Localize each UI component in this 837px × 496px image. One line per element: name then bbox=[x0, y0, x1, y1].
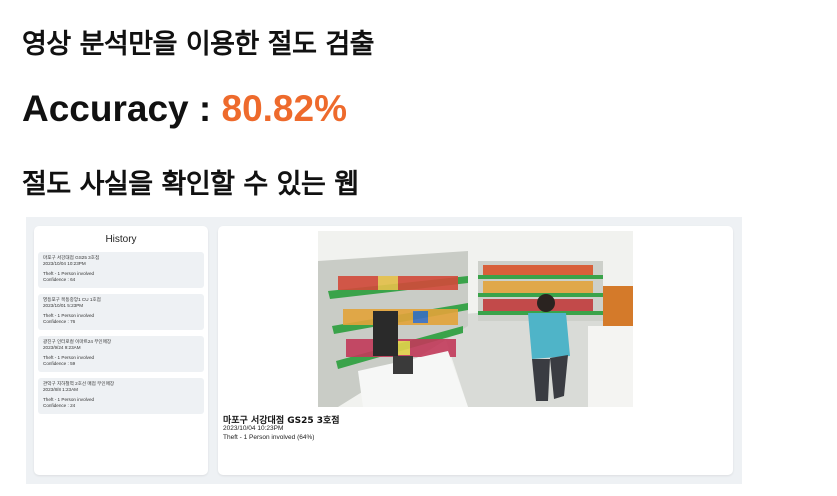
accuracy-value: 80.82% bbox=[221, 88, 348, 129]
detail-panel: 마포구 서강대점 GS25 3호점 2023/10/04 10:23PM The… bbox=[218, 226, 733, 475]
store-scene-illustration bbox=[318, 231, 633, 407]
history-title: History bbox=[105, 234, 137, 245]
app-screenshot: History 마포구 서강대점 GS25 3호점 2023/10/04 10:… bbox=[26, 217, 742, 484]
history-item[interactable]: 마포구 서강대점 GS25 3호점 2023/10/04 10:23PM The… bbox=[38, 252, 204, 288]
detail-description: Theft - 1 Person involved (64%) bbox=[223, 434, 315, 441]
cctv-frame-image bbox=[318, 231, 633, 407]
history-item-confidence: Confidence : 64 bbox=[43, 277, 76, 283]
history-item-confidence: Confidence : 59 bbox=[43, 361, 76, 367]
accuracy-label: Accuracy : bbox=[22, 88, 222, 129]
history-item[interactable]: 광진구 인터로컬 이마트24 무인매장 2023/9/24 9:23AM The… bbox=[38, 336, 204, 372]
page-heading: 영상 분석만을 이용한 절도 검출 bbox=[22, 29, 375, 60]
history-panel: History 마포구 서강대점 GS25 3호점 2023/10/04 10:… bbox=[34, 226, 208, 475]
detail-datetime: 2023/10/04 10:23PM bbox=[223, 425, 284, 432]
history-item-confidence: Confidence : 76 bbox=[43, 319, 76, 325]
accuracy-line: Accuracy : 80.82% bbox=[22, 88, 347, 130]
history-item-confidence: Confidence : 24 bbox=[43, 403, 76, 409]
page-subheading: 절도 사실을 확인할 수 있는 웹 bbox=[22, 169, 359, 200]
history-item[interactable]: 관악구 지하철역 2호선 매점 무인매장 2023/8/8 1:23AM The… bbox=[38, 378, 204, 414]
history-item[interactable]: 영등포구 목동중앙1 CU 1호점 2023/10/01 5:23PM Thef… bbox=[38, 294, 204, 330]
